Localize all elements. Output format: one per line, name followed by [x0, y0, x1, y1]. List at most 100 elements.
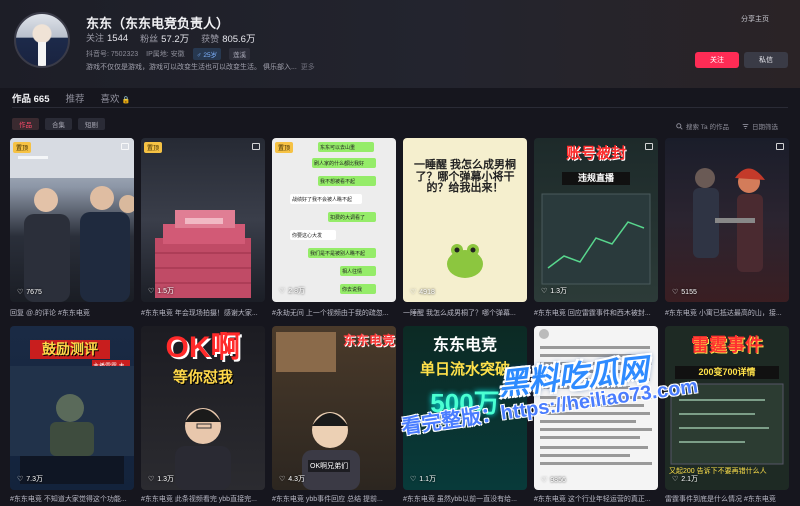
chat-bubble: 你去说我 — [340, 284, 376, 294]
city-tag: 莲溪 — [229, 48, 251, 60]
heart-icon: ♡ — [541, 288, 548, 295]
heart-icon: ♡ — [279, 288, 286, 295]
like-count: ♡ 1.1万 — [410, 476, 437, 483]
video-caption[interactable]: #永劫无间 上一个视频由于我的疏忽... — [272, 308, 396, 318]
profile-header: 东东（东东电竞负责人） 关注 1544 粉丝 57.2万 获赞 805.6万 抖音号:… — [0, 0, 800, 88]
video-card[interactable]: 一睡醒 我怎么成男桐了？哪个弹幕小将干的？给我出来！ ♡ 4918 — [403, 138, 527, 302]
thumbnail-people — [10, 138, 134, 302]
followers-count[interactable]: 粉丝 57.2万 — [140, 31, 189, 45]
bio-text: 游戏不仅仅是游戏，游戏可以改变生活也可以改变生活。 俱乐部入... — [86, 64, 297, 71]
video-caption[interactable]: 一睡醒 我怎么成男桐了？哪个弹幕... — [403, 308, 527, 318]
heart-icon: ♡ — [410, 289, 417, 296]
video-card[interactable]: 东东电竞 OK啊兄弟们 ♡ 4.3万 — [272, 326, 396, 490]
video-card[interactable]: 置顶 ♡ 1.5万 — [141, 138, 265, 302]
pinned-badge: 置顶 — [144, 142, 163, 153]
chat-bubble: 扣费的大调看了 — [328, 212, 376, 222]
filter-collections[interactable]: 合集 — [45, 118, 72, 130]
tab-likes[interactable]: 喜欢 🔒 — [101, 91, 131, 105]
video-caption[interactable]: #东东电竞 年会现场拍摄！感谢大家... — [141, 308, 265, 318]
like-count: ♡ 9856 — [541, 476, 566, 485]
heart-icon: ♡ — [541, 477, 548, 484]
thumbnail-money-stack — [155, 210, 251, 298]
search-label: 搜索 Ta 的作品 — [686, 124, 729, 131]
video-caption[interactable]: 雷霆事件到底是什么情况 #东东电竞 — [665, 494, 789, 504]
like-count: ♡ 2.1万 — [672, 476, 699, 483]
multi-icon — [645, 143, 653, 150]
bio-more-link[interactable]: 更多 — [301, 64, 315, 71]
video-caption[interactable]: #东东电竞 不知道大家觉得这个功能... — [10, 494, 134, 504]
video-caption[interactable]: #东东电竞 此条视频看完 ybb直接完... — [141, 494, 265, 504]
video-card[interactable]: 置顶 ♡ 7675 — [10, 138, 134, 302]
video-card[interactable]: 鼓励测评 主播雷霆 主播雷霆 ♡7.3万 — [10, 326, 134, 490]
following-count[interactable]: 关注 1544 — [86, 31, 128, 45]
filter-works[interactable]: 作品 — [12, 118, 39, 130]
tab-likes-label: 喜欢 — [100, 94, 120, 105]
heart-icon: ♡ — [672, 476, 679, 483]
chat-bubble: 我们是不是被别人瞧不起 — [308, 248, 376, 258]
like-count: ♡ 7675 — [17, 288, 42, 297]
video-card[interactable]: 账号被封 违规直播 ♡ 1.3万 — [534, 138, 658, 302]
tab-recommend[interactable]: 推荐 — [66, 91, 85, 105]
ip-location: IP属地: 安徽 — [146, 51, 185, 58]
date-filter-label: 日期筛选 — [752, 124, 778, 131]
chat-bubble: 战绩好了我不会被人瞧不起 — [290, 194, 362, 204]
filter-chips: 作品 合集 短剧 — [12, 118, 105, 130]
thumbnail-subtitle: OK啊兄弟们 — [308, 460, 351, 472]
like-count: ♡ 7.3万 — [17, 476, 44, 483]
age-tag: ♂ 25岁 — [192, 48, 222, 60]
video-card[interactable]: OK啊 等你怼我 ♡ 1.3万 — [141, 326, 265, 490]
tabs-divider — [12, 107, 788, 108]
heart-icon: ♡ — [672, 289, 679, 296]
profile-meta: 抖音号: 7502323 IP属地: 安徽 ♂ 25岁 莲溪 — [86, 48, 251, 60]
share-profile-link[interactable]: 分享主页 — [741, 14, 769, 24]
likes-count: 获赞 805.6万 — [201, 34, 256, 45]
video-caption[interactable]: #东东电竞 小寓已抵达最高的山，接... — [665, 308, 789, 318]
avatar[interactable] — [14, 12, 70, 68]
date-filter[interactable]: 日期筛选 — [742, 121, 778, 131]
video-card[interactable]: 雷霆事件 200变700详情 又起200 告诉下不要再错什么人 ♡ 2.1万 — [665, 326, 789, 490]
douyin-id: 抖音号: 7502323 — [86, 51, 139, 58]
chat-screenshot: 东东可以去山重 刷人家的什么都比我好 我不想被看不起 战绩好了我不会被人瞧不起 … — [272, 138, 396, 302]
like-count: ♡ 5155 — [672, 288, 697, 297]
multi-icon — [121, 143, 129, 150]
video-caption[interactable]: #东东电竞 ybb事件回应 总结 提前... — [272, 494, 396, 504]
heart-icon: ♡ — [17, 476, 24, 483]
heart-icon: ♡ — [148, 476, 155, 483]
profile-bio: 游戏不仅仅是游戏，游戏可以改变生活也可以改变生活。 俱乐部入... 更多 — [86, 62, 315, 72]
like-count: ♡ 2.8万 — [279, 288, 306, 295]
video-caption[interactable]: #东东电竞 这个行业年轻运营的真正... — [534, 494, 658, 504]
like-count: ♡ 1.3万 — [148, 476, 175, 483]
like-count: ♡ 1.3万 — [541, 288, 568, 295]
thumbnail-title: 东东电竞 — [432, 337, 497, 354]
chat-bubble: 东东可以去山重 — [318, 142, 374, 152]
profile-name: 东东（东东电竞负责人） — [86, 16, 230, 31]
filter-short-drama[interactable]: 短剧 — [78, 118, 105, 130]
message-button[interactable]: 私信 — [744, 52, 788, 68]
tab-works[interactable]: 作品 665 — [12, 91, 50, 105]
heart-icon: ♡ — [410, 476, 417, 483]
filter-icon — [742, 123, 749, 129]
video-caption[interactable]: 回复 @.的评论 #东东电竞 — [10, 308, 134, 318]
frog-icon — [447, 244, 483, 278]
heart-icon: ♡ — [148, 288, 155, 295]
multi-icon — [252, 143, 260, 150]
profile-tabs: 作品 665 推荐 喜欢 🔒 — [12, 91, 130, 105]
lock-icon: 🔒 — [121, 97, 131, 104]
like-count: ♡ 4.3万 — [279, 476, 306, 483]
pinned-badge: 置顶 — [13, 142, 32, 153]
chart-screen — [541, 193, 651, 285]
chat-bubble: 刷人家的什么都比我好 — [312, 158, 376, 168]
streamer-image — [175, 408, 231, 490]
like-count: ♡ 4918 — [410, 288, 435, 297]
video-caption[interactable]: #东东电竞 回应雷霆事件和西木被封... — [534, 308, 658, 318]
multi-icon — [776, 143, 784, 150]
video-card[interactable]: ♡ 5155 — [665, 138, 789, 302]
chat-bubble: 我不想被看不起 — [318, 176, 376, 186]
pinned-badge: 置顶 — [275, 142, 294, 153]
video-caption[interactable]: #东东电竞 虽然ybb以前一直没有给... — [403, 494, 527, 504]
game-characters — [693, 168, 765, 272]
video-card[interactable]: 东东可以去山重 刷人家的什么都比我好 我不想被看不起 战绩好了我不会被人瞧不起 … — [272, 138, 396, 302]
follow-button[interactable]: 关注 — [695, 52, 739, 68]
search-works[interactable]: 搜索 Ta 的作品 — [676, 121, 729, 131]
profile-stats: 关注 1544 粉丝 57.2万 获赞 805.6万 — [86, 31, 255, 45]
